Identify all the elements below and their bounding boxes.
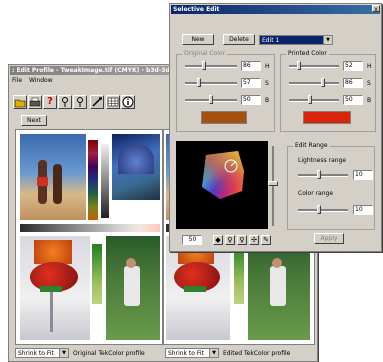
printed-h-slider-thumb[interactable]: [297, 61, 301, 70]
dome-photo: [112, 134, 160, 200]
eyedropper-plus-icon[interactable]: [58, 95, 72, 109]
original-h-slider-track[interactable]: [185, 65, 237, 68]
menu-window[interactable]: Window: [29, 77, 53, 84]
left-pane-caption: Original TekColor profile: [73, 350, 145, 357]
printed-s-field[interactable]: 86: [343, 78, 363, 88]
right-scale-value: Shrink to Fit: [168, 350, 204, 357]
gamut-value-field[interactable]: 50: [182, 235, 202, 245]
gamut-display[interactable]: [176, 141, 268, 229]
eyedropper-minus-icon[interactable]: [73, 95, 87, 109]
printed-b-field[interactable]: 50: [343, 95, 363, 105]
chevron-down-icon[interactable]: ▼: [209, 349, 218, 357]
lightness-range-field[interactable]: 10: [353, 170, 373, 180]
eyedropper-icon[interactable]: [90, 95, 104, 109]
lightness-range-label: Lightness range: [298, 157, 347, 164]
left-scale-value: Shrink to Fit: [18, 350, 54, 357]
green-chart-strip-edited: [234, 244, 244, 304]
original-b-label: B: [265, 97, 270, 104]
selective-edit-window: Selective Edit x New Delete Edit 1 ▼ Ori…: [169, 3, 382, 252]
color-range-field[interactable]: 10: [353, 205, 373, 215]
right-scale-select[interactable]: Shrink to Fit ▼: [165, 348, 219, 358]
info-icon[interactable]: [121, 95, 135, 109]
original-s-label: S: [265, 80, 269, 87]
printed-h-label: H: [367, 63, 372, 70]
original-h-slider-thumb[interactable]: [202, 61, 206, 70]
delete-button[interactable]: Delete: [223, 34, 255, 45]
selective-edit-titlebar[interactable]: Selective Edit: [171, 5, 380, 14]
eyedropper-minus-icon[interactable]: ♀: [237, 235, 247, 245]
lightness-range-slider-thumb[interactable]: [317, 170, 321, 179]
original-b-field[interactable]: 50: [241, 95, 261, 105]
print-icon[interactable]: [28, 95, 42, 109]
printed-s-slider-track[interactable]: [289, 82, 339, 85]
grid-icon[interactable]: [106, 95, 120, 109]
eyedropper-plus-icon[interactable]: ♀: [225, 235, 235, 245]
new-button[interactable]: New: [182, 34, 214, 45]
original-color-swatch: [201, 111, 247, 124]
swatch-row: [20, 224, 160, 232]
original-b-slider-thumb[interactable]: [209, 95, 213, 104]
chevron-down-icon[interactable]: ▼: [323, 36, 332, 44]
help-icon[interactable]: ?: [43, 95, 57, 109]
original-s-slider-track[interactable]: [185, 82, 237, 85]
left-scale-select[interactable]: Shrink to Fit ▼: [15, 348, 69, 358]
printed-s-label: S: [367, 80, 371, 87]
menu-bar: File Window: [12, 77, 53, 85]
close-icon[interactable]: x: [372, 5, 380, 13]
lightness-range-slider-track[interactable]: [298, 174, 348, 177]
color-range-slider-thumb[interactable]: [317, 205, 321, 214]
color-range-slider-track[interactable]: [298, 209, 348, 212]
original-s-field[interactable]: 57: [241, 78, 261, 88]
golf-photo: [106, 236, 160, 340]
green-chart-strip: [92, 244, 102, 304]
original-h-field[interactable]: 86: [241, 61, 261, 71]
printed-b-label: B: [367, 97, 372, 104]
edit-range-group: Edit Range Lightness range 10 Color rang…: [287, 142, 375, 230]
beach-photo: [20, 134, 86, 220]
original-color-group: Original Color 86 H 57 S 50 B: [176, 50, 275, 132]
rotate-icon[interactable]: ◆: [213, 235, 223, 245]
edit-range-label: Edit Range: [293, 142, 330, 149]
right-pane-caption: Edited TekColor profile: [223, 350, 291, 357]
original-s-slider-thumb[interactable]: [197, 78, 201, 87]
printed-color-group: Printed Color 52 H 86 S 50 B: [280, 50, 376, 132]
original-color-label: Original Color: [182, 50, 228, 57]
chevron-down-icon[interactable]: ▼: [59, 349, 68, 357]
open-icon[interactable]: [13, 95, 27, 109]
gamut-vertical-slider-thumb[interactable]: [268, 181, 278, 186]
color-range-label: Color range: [298, 190, 334, 197]
original-image-pane: [15, 129, 163, 345]
printed-color-swatch: [303, 111, 351, 124]
gray-chart-strip: [101, 144, 109, 218]
gamut-vertical-slider-track[interactable]: [272, 146, 274, 226]
apply-button[interactable]: Apply: [314, 233, 344, 244]
edit-select-value: Edit 1: [262, 37, 280, 44]
printed-h-field[interactable]: 52: [343, 61, 363, 71]
menu-file[interactable]: File: [12, 77, 22, 84]
eyedropper-icon[interactable]: ✎: [261, 235, 271, 245]
color-chart-strip: [88, 140, 98, 220]
printed-b-slider-track[interactable]: [289, 99, 339, 102]
printed-color-label: Printed Color: [286, 50, 329, 57]
printed-s-slider-thumb[interactable]: [321, 78, 325, 87]
gamut-plot: [202, 151, 244, 199]
next-button[interactable]: Next: [21, 115, 47, 126]
printed-b-slider-thumb[interactable]: [308, 95, 312, 104]
edit-select[interactable]: Edit 1 ▼: [259, 35, 333, 45]
move-icon[interactable]: ✢: [249, 235, 259, 245]
fruit-photo: [20, 236, 90, 340]
original-h-label: H: [265, 63, 270, 70]
